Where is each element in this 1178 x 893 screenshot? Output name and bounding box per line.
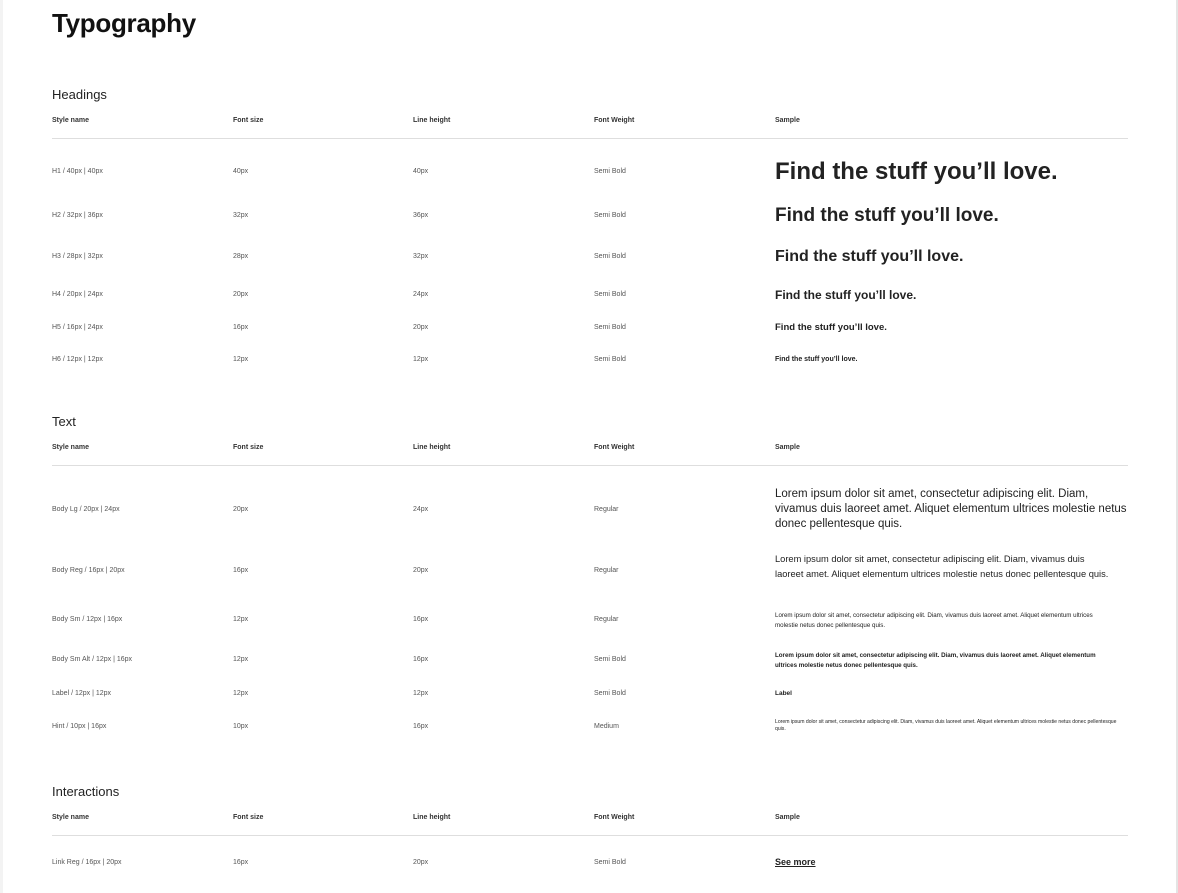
sample-hint: Lorem ipsum dolor sit amet, consectetur … [775,719,1117,732]
sample-label: Label [775,690,792,697]
sample-h2: Find the stuff you’ll love. [775,205,999,226]
column-header-font-size: Font size [233,117,264,124]
sample-h6: Find the stuff you’ll love. [775,356,858,363]
font-weight-cell: Regular [594,506,619,513]
font-size-cell: 20px [233,291,249,298]
sample-h1: Find the stuff you’ll love. [775,158,1058,185]
sample-body-sm-alt: Lorem ipsum dolor sit amet, consectetur … [775,652,1096,669]
font-weight-cell: Regular [594,567,619,574]
style-name-cell: H4 / 20px | 24px [52,291,103,298]
line-height-cell: 20px [413,859,429,866]
line-height-cell: 12px [413,690,429,697]
font-weight-cell: Medium [594,723,619,730]
font-size-cell: 40px [233,168,249,175]
font-weight-cell: Semi Bold [594,656,626,663]
line-height-cell: 24px [413,291,429,298]
column-header-font-weight: Font Weight [594,814,635,821]
line-height-cell: 16px [413,656,429,663]
column-header-font-weight: Font Weight [594,444,635,451]
style-name-cell: H2 / 32px | 36px [52,212,103,219]
interactions-divider [52,835,1128,836]
sample-body-reg: Lorem ipsum dolor sit amet, consectetur … [775,554,1109,579]
column-header-font-size: Font size [233,814,264,821]
font-size-cell: 10px [233,723,249,730]
font-size-cell: 20px [233,506,249,513]
line-height-cell: 16px [413,616,429,623]
style-name-cell: H1 / 40px | 40px [52,168,103,175]
line-height-cell: 36px [413,212,429,219]
column-header-style-name: Style name [52,814,89,821]
font-size-cell: 16px [233,859,249,866]
line-height-cell: 20px [413,324,429,331]
column-header-line-height: Line height [413,444,451,451]
font-weight-cell: Semi Bold [594,690,626,697]
style-name-cell: Body Sm / 12px | 16px [52,616,123,623]
column-header-font-size: Font size [233,444,264,451]
column-header-sample: Sample [775,814,800,821]
style-name-cell: Link Reg / 16px | 20px [52,859,122,866]
sample-body-lg: Lorem ipsum dolor sit amet, consectetur … [775,488,1127,530]
column-header-line-height: Line height [413,814,451,821]
see-more-link[interactable]: See more [775,856,816,869]
style-name-cell: Body Reg / 16px | 20px [52,567,125,574]
text-divider [52,465,1128,466]
font-size-cell: 12px [233,356,249,363]
section-title-interactions: Interactions [52,784,120,799]
line-height-cell: 20px [413,567,429,574]
column-header-sample: Sample [775,444,800,451]
font-size-cell: 16px [233,567,249,574]
font-size-cell: 12px [233,656,249,663]
headings-divider [52,138,1128,139]
line-height-cell: 12px [413,356,429,363]
section-title-headings: Headings [52,87,107,102]
sample-h3: Find the stuff you’ll love. [775,248,964,265]
sample-body-sm: Lorem ipsum dolor sit amet, consectetur … [775,612,1093,629]
sample-h5: Find the stuff you’ll love. [775,322,887,333]
font-weight-cell: Semi Bold [594,291,626,298]
line-height-cell: 32px [413,253,429,260]
font-weight-cell: Semi Bold [594,168,626,175]
font-size-cell: 12px [233,690,249,697]
font-weight-cell: Semi Bold [594,859,626,866]
line-height-cell: 16px [413,723,429,730]
typography-canvas: Typography Headings Style name Font size… [3,0,1176,893]
font-weight-cell: Semi Bold [594,324,626,331]
style-name-cell: H5 / 16px | 24px [52,324,103,331]
font-size-cell: 28px [233,253,249,260]
style-name-cell: Body Lg / 20px | 24px [52,506,120,513]
font-weight-cell: Regular [594,616,619,623]
font-weight-cell: Semi Bold [594,253,626,260]
style-name-cell: Label / 12px | 12px [52,690,112,697]
font-size-cell: 12px [233,616,249,623]
column-header-line-height: Line height [413,117,451,124]
font-weight-cell: Semi Bold [594,356,626,363]
style-name-cell: H3 / 28px | 32px [52,253,103,260]
column-header-style-name: Style name [52,444,89,451]
line-height-cell: 40px [413,168,429,175]
line-height-cell: 24px [413,506,429,513]
font-size-cell: 32px [233,212,249,219]
column-header-font-weight: Font Weight [594,117,635,124]
style-name-cell: Hint / 10px | 16px [52,723,107,730]
section-title-text: Text [52,414,76,429]
column-header-style-name: Style name [52,117,89,124]
column-header-sample: Sample [775,117,800,124]
style-name-cell: Body Sm Alt / 12px | 16px [52,656,133,663]
sample-h4: Find the stuff you’ll love. [775,288,917,302]
font-size-cell: 16px [233,324,249,331]
page-title: Typography [52,8,196,38]
style-name-cell: H6 / 12px | 12px [52,356,103,363]
font-weight-cell: Semi Bold [594,212,626,219]
